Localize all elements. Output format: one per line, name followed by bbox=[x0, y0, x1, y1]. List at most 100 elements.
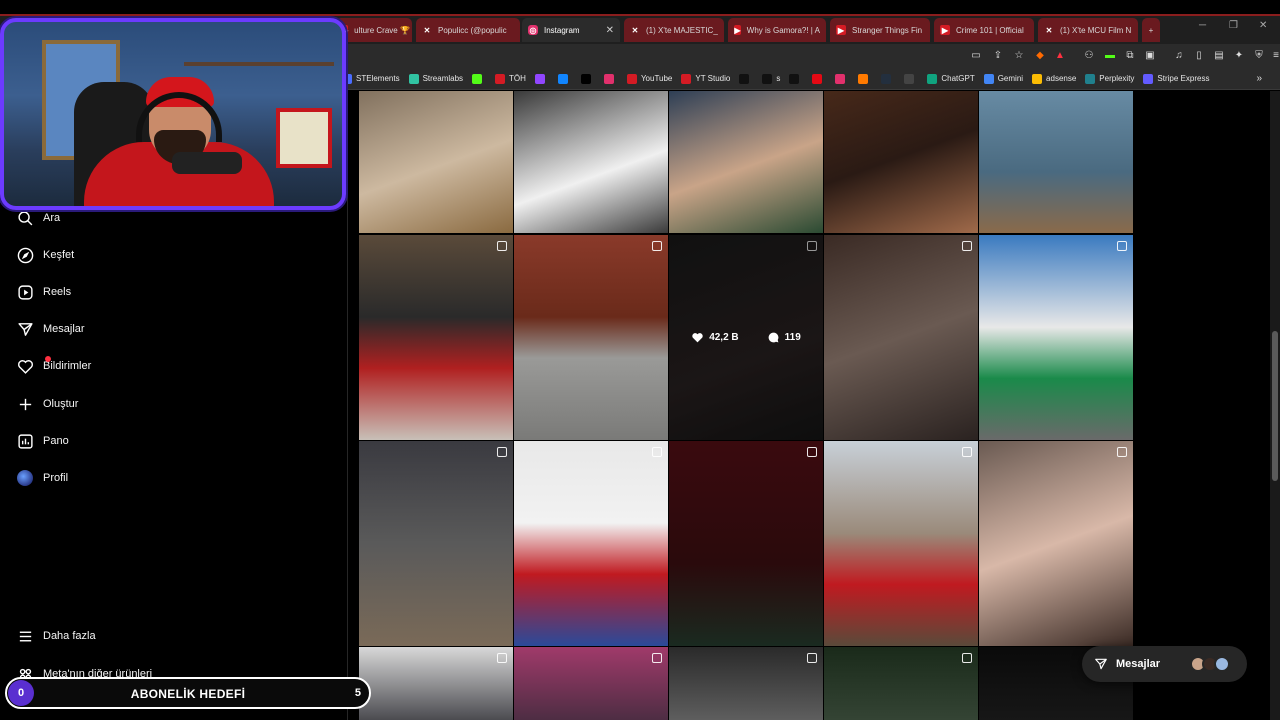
bookmark-item[interactable]: YouTube bbox=[626, 73, 672, 84]
post-thumbnail[interactable] bbox=[359, 235, 513, 440]
extension-icon[interactable]: ⧉ bbox=[1124, 50, 1136, 62]
nav-explore[interactable]: Keşfet bbox=[16, 246, 74, 264]
scrollbar-thumb[interactable] bbox=[1272, 331, 1278, 481]
nav-create[interactable]: Oluştur bbox=[16, 395, 78, 413]
bookmark-item[interactable]: TÖH bbox=[495, 73, 526, 84]
close-window-icon[interactable]: ✕ bbox=[1259, 20, 1267, 31]
shield-icon[interactable]: ⛨ bbox=[1253, 50, 1265, 62]
browser-tab[interactable]: ▶ Why is Gamora?! | A bbox=[728, 18, 826, 42]
browser-tab[interactable]: ▶ Stranger Things Fin bbox=[830, 18, 930, 42]
nav-dashboard[interactable]: Pano bbox=[16, 432, 69, 450]
post-thumbnail[interactable] bbox=[669, 441, 823, 646]
x-icon: ✕ bbox=[1045, 25, 1053, 35]
rewards-icon[interactable]: ▲ bbox=[1054, 50, 1066, 62]
view-icon[interactable]: ▭ bbox=[970, 50, 982, 62]
bookmark-item[interactable]: adsense bbox=[1032, 73, 1076, 84]
post-thumbnail[interactable] bbox=[824, 441, 978, 646]
messages-floating-button[interactable]: Mesajlar bbox=[1082, 646, 1247, 682]
bookmark-label: Gemini bbox=[997, 74, 1024, 83]
bookmark-item[interactable] bbox=[472, 73, 486, 84]
new-tab-button[interactable]: + bbox=[1142, 18, 1160, 42]
avatar-icon bbox=[16, 469, 34, 487]
post-thumbnail[interactable] bbox=[979, 91, 1133, 233]
nav-label: Reels bbox=[43, 286, 72, 298]
post-thumbnail[interactable] bbox=[514, 441, 668, 646]
extension-icon[interactable]: ⚇ bbox=[1083, 50, 1095, 62]
bookmark-item[interactable] bbox=[580, 73, 595, 84]
nav-label: Pano bbox=[43, 435, 69, 447]
bookmark-item[interactable] bbox=[557, 73, 572, 84]
post-thumbnail[interactable] bbox=[824, 647, 978, 720]
bookmark-item[interactable]: STElements bbox=[342, 73, 400, 84]
box-icon bbox=[858, 73, 869, 84]
bookmark-item[interactable]: s bbox=[762, 73, 781, 84]
bookmark-item[interactable] bbox=[835, 73, 849, 84]
multi-post-icon bbox=[1117, 241, 1127, 251]
nav-reels[interactable]: Reels bbox=[16, 283, 71, 301]
browser-tab-active[interactable]: ◎ Instagram ✕ bbox=[522, 18, 620, 42]
menu-icon[interactable]: ≡ bbox=[1270, 50, 1280, 62]
browser-tab[interactable]: ✕ Populicc (@populic bbox=[416, 18, 520, 42]
bookmarks-more-icon[interactable]: » bbox=[1256, 73, 1262, 84]
bookmark-item[interactable]: Gemini bbox=[983, 73, 1024, 84]
nav-notifications[interactable]: Bildirimler bbox=[16, 356, 91, 375]
nav-profile[interactable]: Profil bbox=[16, 469, 68, 487]
post-thumbnail[interactable] bbox=[979, 441, 1133, 646]
bookmark-item[interactable] bbox=[812, 73, 826, 84]
post-thumbnail[interactable] bbox=[514, 91, 668, 233]
bookmark-item[interactable] bbox=[534, 73, 549, 84]
browser-tab[interactable]: ▶ Crime 101 | Official bbox=[934, 18, 1034, 42]
bookmark-item[interactable]: Streamlabs bbox=[408, 73, 463, 84]
extension-icon[interactable]: ▬ bbox=[1104, 50, 1116, 62]
messages-pill-label: Mesajlar bbox=[1116, 658, 1161, 670]
sidebar-icon[interactable]: ▯ bbox=[1193, 50, 1205, 62]
plus-icon bbox=[16, 395, 34, 413]
bookmark-item[interactable]: ChatGPT bbox=[927, 73, 975, 84]
post-thumbnail[interactable] bbox=[669, 647, 823, 720]
browser-tab[interactable]: ▶ ulture Crave 🏆 | C bbox=[336, 18, 412, 42]
bookmark-item[interactable]: YT Studio bbox=[681, 73, 730, 84]
post-thumbnail[interactable] bbox=[824, 91, 978, 233]
page-scrollbar[interactable] bbox=[1270, 91, 1280, 720]
amazon-icon bbox=[881, 73, 892, 84]
brave-shield-icon[interactable]: ◆ bbox=[1034, 50, 1046, 62]
minimize-icon[interactable]: ─ bbox=[1199, 20, 1206, 31]
post-thumbnail[interactable] bbox=[824, 235, 978, 440]
perplexity-icon bbox=[1085, 73, 1096, 84]
wallet-icon[interactable]: ▤ bbox=[1213, 50, 1225, 62]
likes-count: 42,2 B bbox=[709, 332, 739, 343]
nav-more[interactable]: Daha fazla bbox=[16, 627, 96, 645]
instagram-icon: ◎ bbox=[528, 25, 538, 35]
share-icon[interactable]: ⇪ bbox=[992, 50, 1004, 62]
maximize-icon[interactable]: ❐ bbox=[1229, 20, 1238, 31]
nav-messages[interactable]: Mesajlar bbox=[16, 320, 85, 338]
notification-dot bbox=[45, 356, 51, 362]
post-thumbnail[interactable] bbox=[359, 441, 513, 646]
post-thumbnail[interactable] bbox=[514, 647, 668, 720]
extension-icon[interactable]: ▣ bbox=[1144, 50, 1156, 62]
browser-tab[interactable]: ✕ (1) X'te MCU Film N bbox=[1038, 18, 1138, 42]
post-thumbnail[interactable] bbox=[979, 235, 1133, 440]
bookmark-item[interactable] bbox=[789, 73, 803, 84]
bookmark-label: s bbox=[776, 74, 781, 83]
post-hover-overlay[interactable]: 42,2 B 119 bbox=[669, 235, 823, 440]
bookmark-item[interactable] bbox=[739, 73, 753, 84]
music-icon[interactable]: ♫ bbox=[1173, 50, 1185, 62]
bookmark-item[interactable] bbox=[904, 73, 918, 84]
bookmark-item[interactable]: Perplexity bbox=[1085, 73, 1134, 84]
bookmark-item[interactable] bbox=[881, 73, 895, 84]
sparkle-icon[interactable]: ✦ bbox=[1233, 50, 1245, 62]
post-thumbnail[interactable] bbox=[669, 91, 823, 233]
bookmark-item[interactable] bbox=[603, 73, 618, 84]
post-thumbnail[interactable] bbox=[514, 235, 668, 440]
post-thumbnail[interactable]: 42,2 B 119 bbox=[669, 235, 823, 440]
browser-tab[interactable]: ✕ (1) X'te MAJESTIC_ bbox=[624, 18, 724, 42]
bookmark-item[interactable]: Stripe Express bbox=[1143, 73, 1209, 84]
post-thumbnail[interactable] bbox=[359, 91, 513, 233]
bookmark-item[interactable] bbox=[858, 73, 872, 84]
star-icon[interactable]: ☆ bbox=[1013, 50, 1025, 62]
close-tab-icon[interactable]: ✕ bbox=[600, 25, 614, 36]
compass-icon bbox=[16, 246, 34, 264]
post-thumbnail[interactable] bbox=[359, 647, 513, 720]
nav-search[interactable]: Ara bbox=[16, 209, 60, 227]
